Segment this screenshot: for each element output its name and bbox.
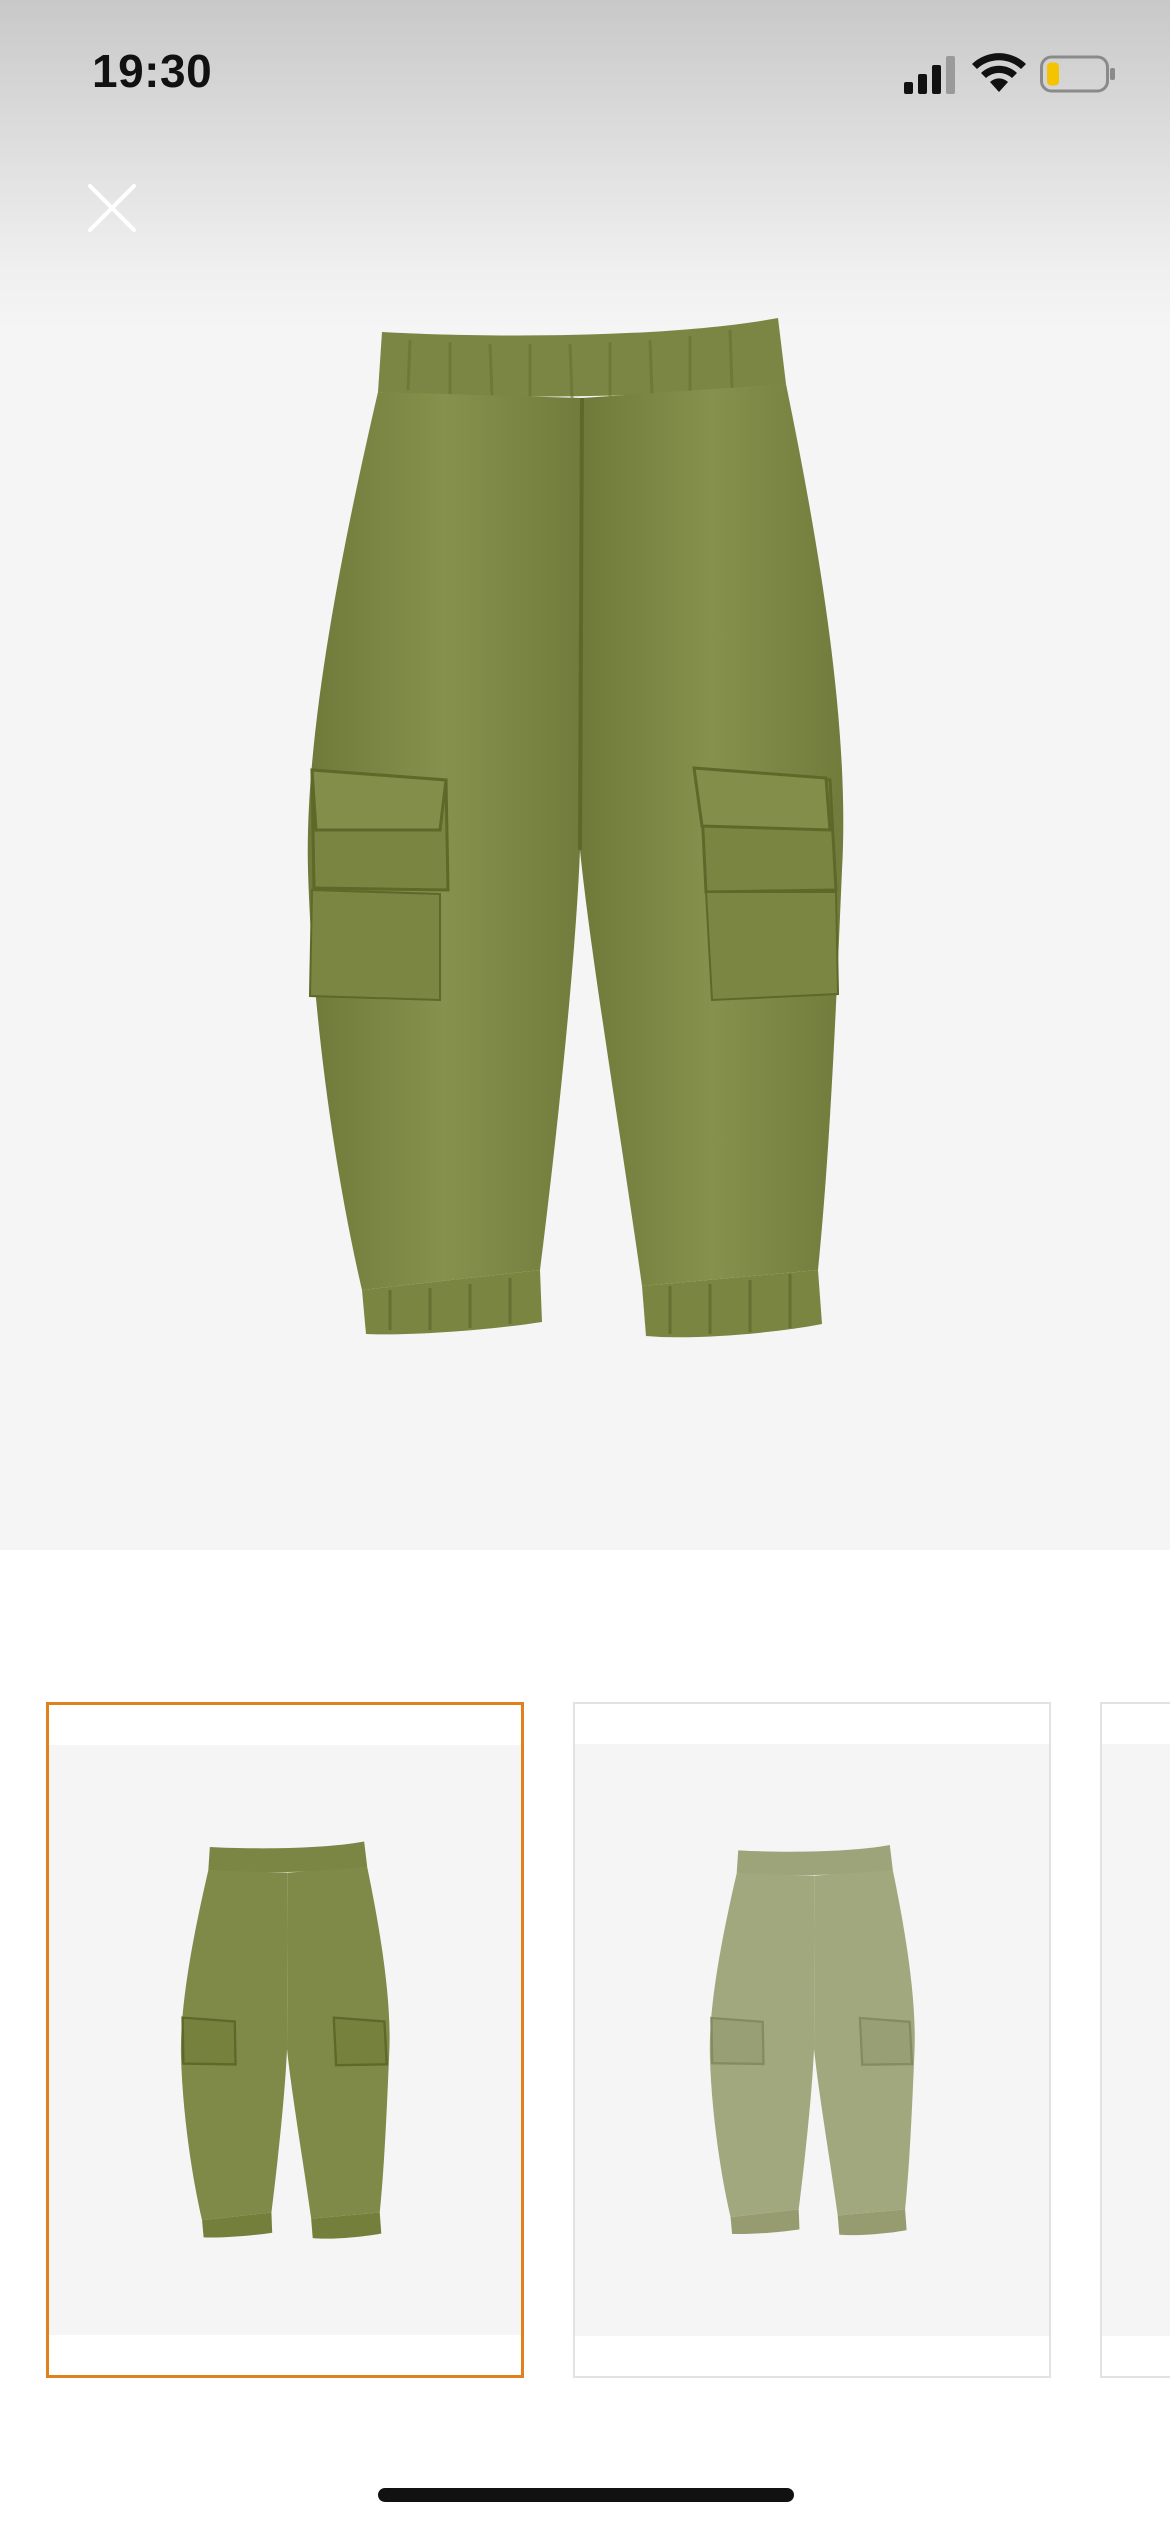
thumbnail-2[interactable] (573, 1702, 1051, 2378)
status-time: 19:30 (92, 45, 213, 97)
thumbnail-1[interactable] (46, 1702, 524, 2378)
main-product-image[interactable] (290, 310, 870, 1350)
signal-icon (904, 56, 955, 94)
thumbnail-1-image (180, 1841, 390, 2239)
home-indicator[interactable] (378, 2488, 794, 2502)
wifi-icon (972, 53, 1026, 92)
thumbnail-3-background (1102, 1744, 1170, 2336)
thumbnail-strip[interactable] (0, 1690, 1170, 2390)
close-icon[interactable] (80, 176, 144, 240)
product-image-viewer[interactable]: 19:30 (0, 0, 1170, 1550)
thumbnail-3[interactable] (1100, 1702, 1170, 2378)
battery-icon (1040, 55, 1115, 93)
thumbnail-2-image (709, 1845, 915, 2236)
status-bar: 19:30 (0, 0, 1170, 140)
